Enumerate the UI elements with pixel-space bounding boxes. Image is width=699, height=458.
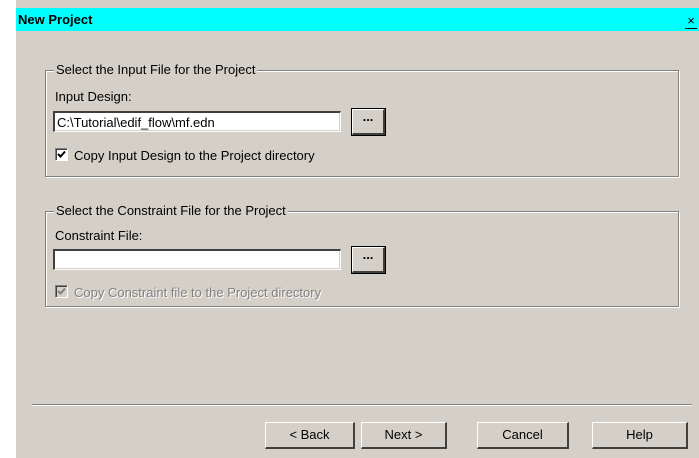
next-button[interactable]: Next > [361,422,447,449]
constraint-file-browse-button[interactable]: ... [351,246,386,274]
title-bar[interactable]: New Project × [16,8,699,31]
constraint-file-field[interactable] [53,249,341,270]
constraint-file-group-legend: Select the Constraint File for the Proje… [54,203,288,218]
copy-input-design-label[interactable]: Copy Input Design to the Project directo… [74,148,315,163]
input-file-group: Select the Input File for the Project In… [45,62,679,177]
copy-input-design-checkbox[interactable] [55,148,68,161]
input-design-browse-button[interactable]: ... [351,108,386,136]
help-button[interactable]: Help [592,422,688,449]
copy-constraint-label: Copy Constraint file to the Project dire… [74,285,322,300]
back-button[interactable]: < Back [265,422,355,449]
checkmark-icon [57,150,66,158]
constraint-file-label: Constraint File: [55,228,143,243]
constraint-file-group: Select the Constraint File for the Proje… [45,203,679,307]
input-design-label: Input Design: [55,89,132,104]
input-design-field[interactable]: C:\Tutorial\edif_flow\mf.edn [53,111,341,132]
close-icon[interactable]: × [685,14,697,29]
dialog-title: New Project [18,12,93,27]
cancel-button[interactable]: Cancel [477,422,569,449]
copy-constraint-checkbox [55,285,68,298]
checkmark-icon [57,287,66,295]
button-separator [32,404,692,406]
new-project-dialog: New Project × Select the Input File for … [16,0,699,458]
input-file-group-legend: Select the Input File for the Project [54,62,258,77]
